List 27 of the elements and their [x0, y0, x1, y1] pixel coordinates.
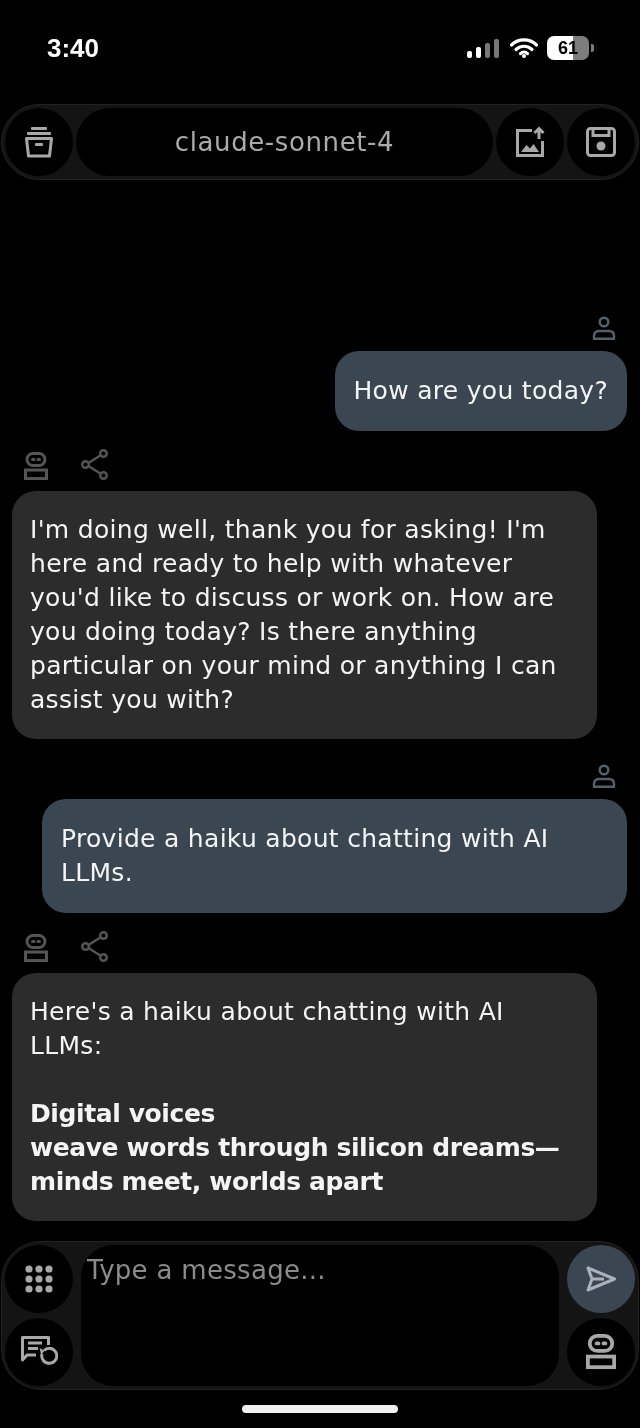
archive-button[interactable]	[5, 108, 73, 176]
robot-icon	[24, 933, 48, 962]
battery-indicator: 61	[547, 36, 594, 60]
robot-icon	[24, 451, 48, 480]
message-text: Digital voices weave words through silicon dreams— minds meet, worlds apart	[30, 1098, 561, 1198]
wifi-icon	[510, 38, 538, 58]
user-icon	[592, 764, 616, 788]
status-time: 3:40	[47, 32, 100, 64]
save-button[interactable]	[567, 108, 635, 176]
message-text: Here's a haiku about chatting with AI LLMs:	[30, 996, 505, 1062]
share-button[interactable]	[81, 931, 109, 962]
archive-icon	[23, 126, 55, 158]
model-selector[interactable]: claude-sonnet-4	[76, 108, 493, 176]
image-upload-icon	[514, 126, 546, 158]
share-button[interactable]	[81, 449, 109, 480]
message-text: How are you today?	[353, 375, 608, 407]
share-icon	[81, 931, 109, 962]
message-text: I'm doing well, thank you for asking! I'm here and ready to help with whatever you'd like to discuss or work on. How are you doing today? Is there anything particular on your mind or anything I can assist you with?	[30, 514, 558, 716]
signal-icon	[467, 38, 501, 58]
user-icon	[592, 316, 616, 340]
save-icon	[585, 126, 617, 158]
dots-grid-icon	[25, 1265, 53, 1293]
share-icon	[81, 449, 109, 480]
robot-icon	[586, 1334, 616, 1370]
message-input[interactable]: Type a message...	[81, 1245, 559, 1386]
message-text: Provide a haiku about chatting with AI LLMs.	[61, 823, 550, 889]
send-icon	[585, 1265, 617, 1293]
